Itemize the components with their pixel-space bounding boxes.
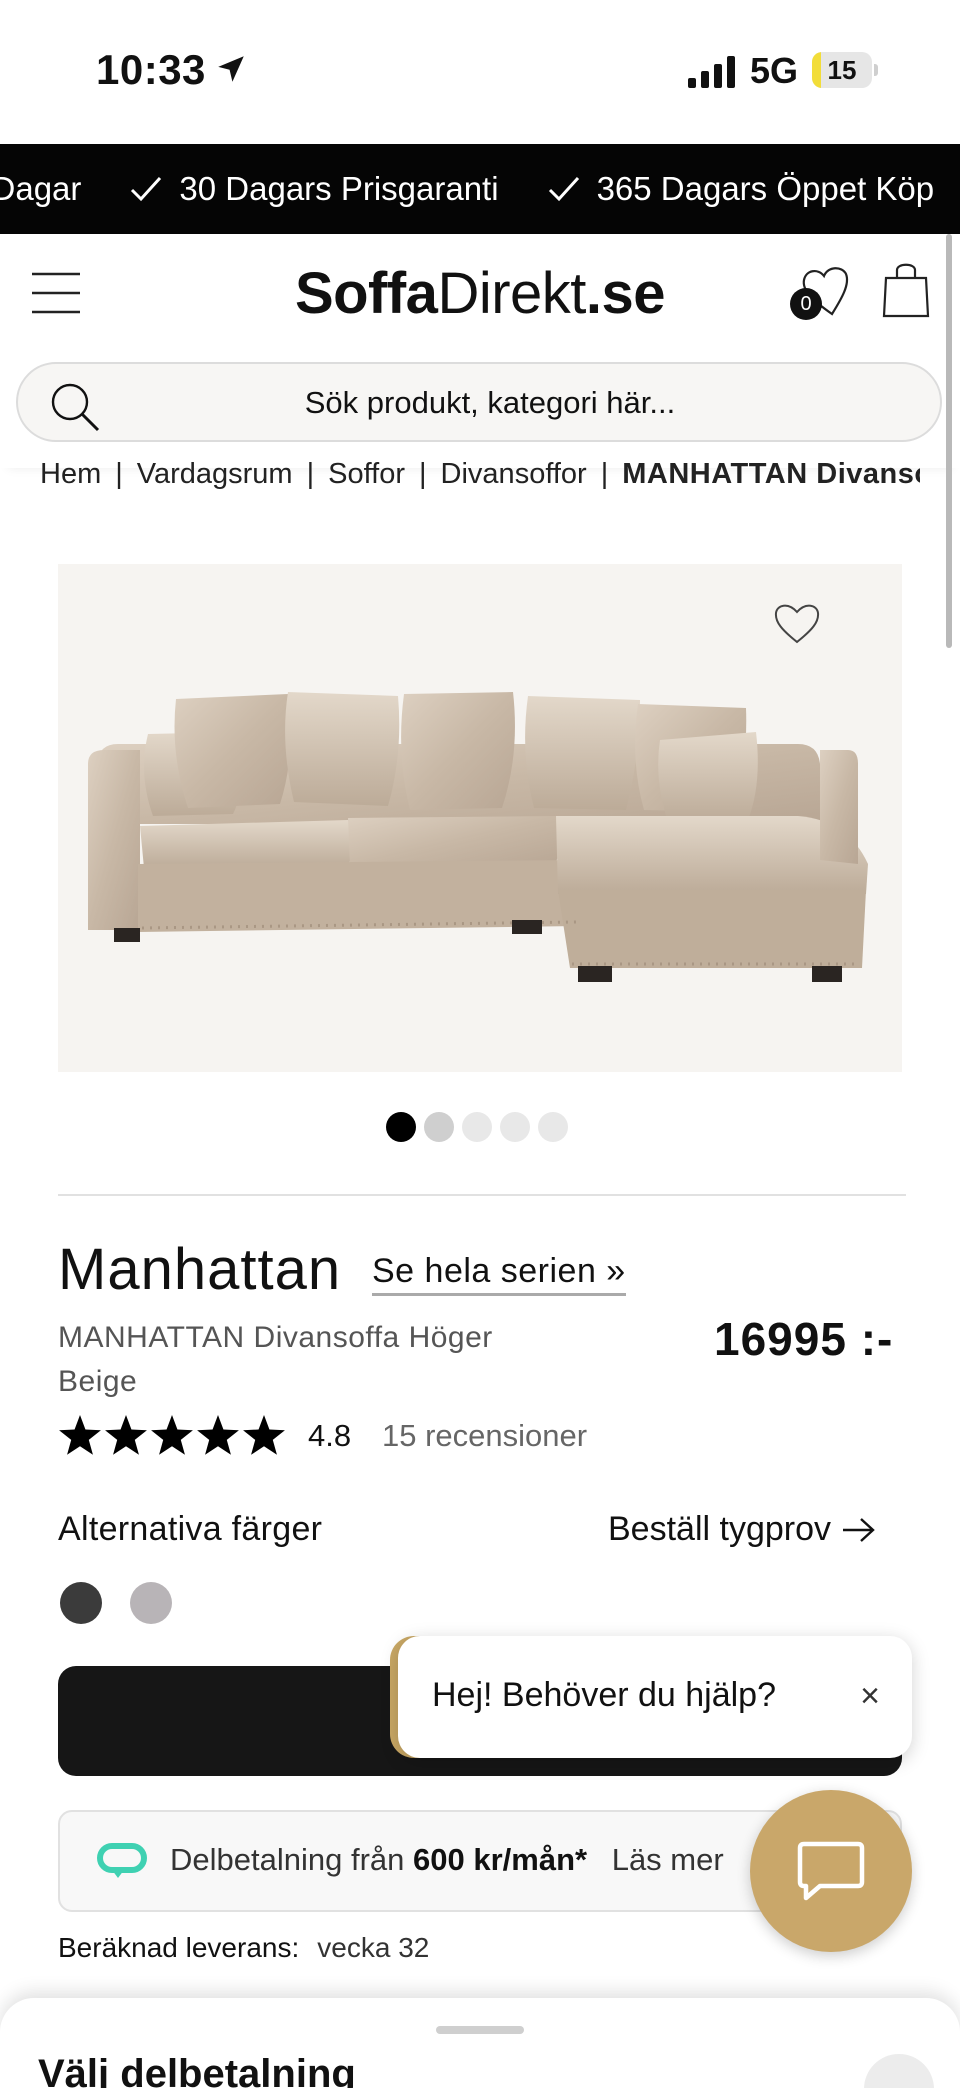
product-price: 16995 :- [714,1313,894,1365]
star-icon [59,1415,101,1455]
carousel-dot[interactable] [538,1112,568,1142]
sheet-drag-handle[interactable] [436,2026,524,2034]
carousel-dot[interactable] [386,1112,416,1142]
star-icon [197,1415,239,1455]
order-fabric-sample-link[interactable]: Beställ tygprov [608,1510,877,1549]
status-bar: 10:33 5G 15 [0,0,960,143]
see-full-series-link[interactable]: Se hela serien » [372,1252,626,1296]
star-icon [243,1415,285,1455]
chat-bubble-icon [797,1841,865,1901]
financing-text: Delbetalning från 600 kr/mån* Läs mer [170,1842,724,1878]
carousel-dot[interactable] [500,1112,530,1142]
promo-item-text: 0 Dagar [0,170,82,207]
financing-prefix: Delbetalning från [170,1842,405,1877]
promo-item: 365 Dagars Öppet Köp [547,170,935,208]
search-input[interactable] [138,364,842,442]
breadcrumb-link[interactable]: Soffor [328,458,405,491]
battery-icon: 15 [812,52,878,88]
carousel-dots [386,1112,586,1144]
financing-bottom-sheet[interactable]: Välj delbetalning [0,1998,960,2088]
chat-popup-text: Hej! Behöver du hjälp? [432,1676,777,1714]
financing-logo-icon [97,1843,147,1878]
financing-read-more-link[interactable]: Läs mer [612,1842,724,1877]
promo-item: 30 Dagars Prisgaranti [129,170,499,208]
network-label: 5G [750,50,799,91]
search-bar[interactable] [16,362,942,442]
carousel-dot[interactable] [424,1112,454,1142]
bottom-sheet-title: Välj delbetalning [38,2052,356,2088]
breadcrumb-link[interactable]: Hem [40,458,101,491]
color-swatch-dark-grey[interactable] [60,1582,102,1624]
chat-popup-body[interactable]: Hej! Behöver du hjälp? × [398,1636,912,1758]
checkmark-icon [548,176,579,202]
logo-part-3: .se [585,261,666,326]
delivery-label: Beräknad leverans: [58,1932,300,1963]
fabric-sample-label: Beställ tygprov [608,1510,831,1548]
status-time: 10:33 [96,46,206,93]
site-header: SoffaDirekt.se 0 [0,234,960,468]
promo-item: 0 Dagar [0,170,81,208]
favorite-heart-icon[interactable] [772,600,822,646]
checkmark-icon [131,176,162,202]
sheet-close-button[interactable] [864,2054,934,2088]
breadcrumb-separator: | [419,458,427,490]
divider [58,1194,906,1196]
logo-part-2: Direkt [437,261,586,326]
promo-track: 0 Dagar 30 Dagars Prisgaranti 365 Dagars Ö… [0,144,960,234]
alternative-colors-label: Alternativa färger [58,1510,323,1548]
chat-close-button[interactable]: × [854,1679,886,1713]
promo-banner: 0 Dagar 30 Dagars Prisgaranti 365 Dagars Ö… [0,144,960,234]
financing-amount: 600 kr/mån* [413,1842,588,1877]
shopping-bag-icon[interactable] [880,258,932,320]
rating-stars[interactable] [58,1412,288,1460]
breadcrumb-link[interactable]: Vardagsrum [137,458,293,491]
chat-launcher-button[interactable] [750,1790,912,1952]
chat-popup[interactable]: Hej! Behöver du hjälp? × [390,1636,912,1758]
breadcrumb-separator: | [115,458,123,490]
breadcrumb-current: MANHATTAN Divansoffa Höger Beige [622,458,920,490]
scrollbar[interactable] [946,234,952,648]
delivery-estimate: Beräknad leverans: vecka 32 [58,1932,429,1964]
breadcrumb: Hem | Vardagsrum | Soffor | Divansoffor | MANHAT… [40,458,920,506]
signal-icon [688,56,735,88]
location-arrow-icon [218,56,244,82]
logo-part-1: Soffa [294,261,438,326]
wishlist-count-badge: 0 [790,288,822,320]
breadcrumb-separator: | [600,458,609,490]
carousel-dot[interactable] [462,1112,492,1142]
star-icon [151,1415,193,1455]
breadcrumb-separator: | [306,458,315,490]
breadcrumb-link[interactable]: Divansoffor [441,458,587,491]
star-icon [105,1415,147,1455]
color-swatch-light-grey[interactable] [130,1582,172,1624]
delivery-value: vecka 32 [317,1932,430,1963]
product-series-title: Manhattan [58,1237,342,1302]
product-image[interactable] [58,564,902,1072]
battery-level: 15 [827,55,857,85]
promo-item-text: 365 Dagars Öppet Köp [596,170,935,207]
rating-value: 4.8 [308,1418,352,1453]
arrow-right-icon [843,1517,875,1542]
product-name: MANHATTAN Divansoffa Höger Beige [58,1321,493,1398]
promo-item-text: 30 Dagars Prisgaranti [179,170,499,207]
search-icon[interactable] [48,380,104,436]
review-count-link[interactable]: 15 recensioner [382,1418,587,1454]
